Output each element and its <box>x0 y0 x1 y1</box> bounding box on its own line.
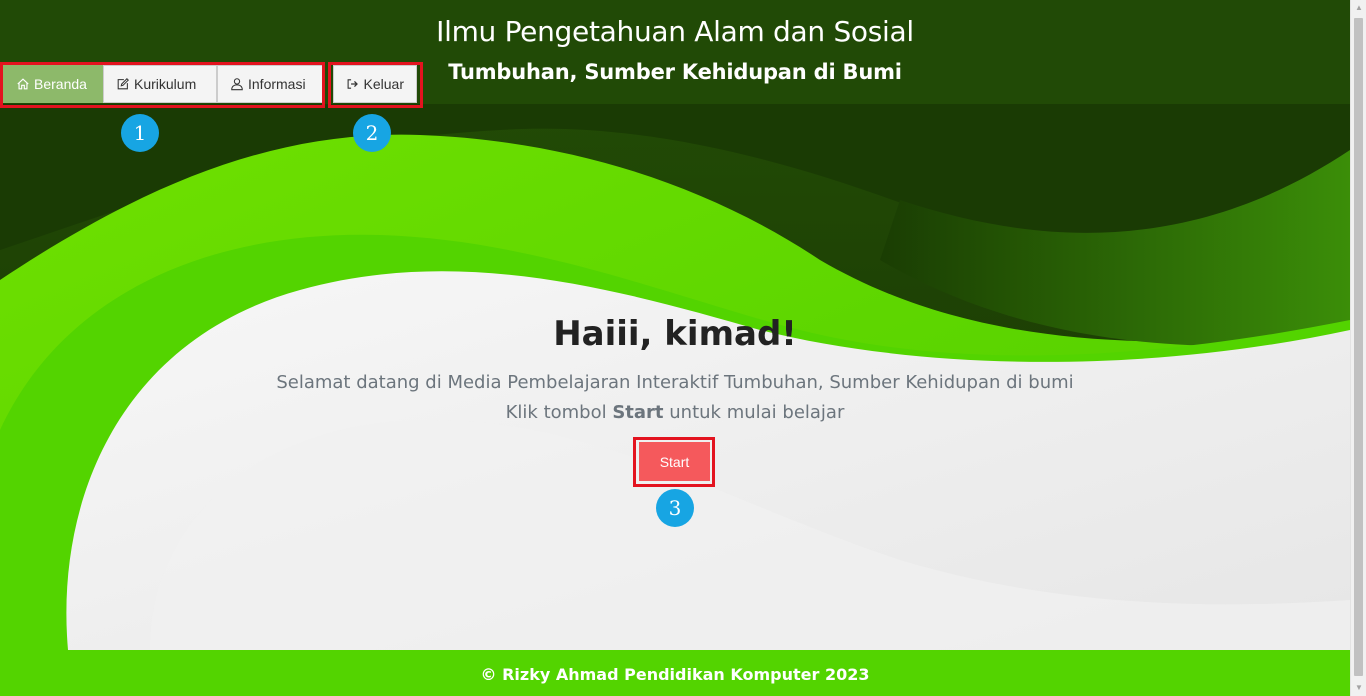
instruction-suffix: untuk mulai belajar <box>663 402 845 423</box>
annotation-badge-1: 1 <box>121 114 159 152</box>
scroll-down-icon[interactable]: ▼ <box>1351 680 1366 696</box>
scroll-thumb[interactable] <box>1354 18 1363 676</box>
scroll-up-icon[interactable]: ▲ <box>1351 0 1366 16</box>
instruction-prefix: Klik tombol <box>505 402 613 423</box>
instruction-bold: Start <box>612 402 664 423</box>
highlight-box-3 <box>633 437 715 487</box>
highlight-box-2 <box>328 62 423 108</box>
vertical-scrollbar[interactable]: ▲ ▼ <box>1350 0 1366 696</box>
page-title: Ilmu Pengetahuan Alam dan Sosial <box>436 15 914 48</box>
footer-text: © Rizky Ahmad Pendidikan Komputer 2023 <box>480 665 870 684</box>
highlight-box-1 <box>0 62 325 108</box>
welcome-text: Selamat datang di Media Pembelajaran Int… <box>276 372 1074 393</box>
annotation-badge-2: 2 <box>353 114 391 152</box>
greeting-heading: Haiii, kimad! <box>553 314 797 354</box>
annotation-badge-3: 3 <box>656 489 694 527</box>
instruction-text: Klik tombol Start untuk mulai belajar <box>0 402 1350 423</box>
